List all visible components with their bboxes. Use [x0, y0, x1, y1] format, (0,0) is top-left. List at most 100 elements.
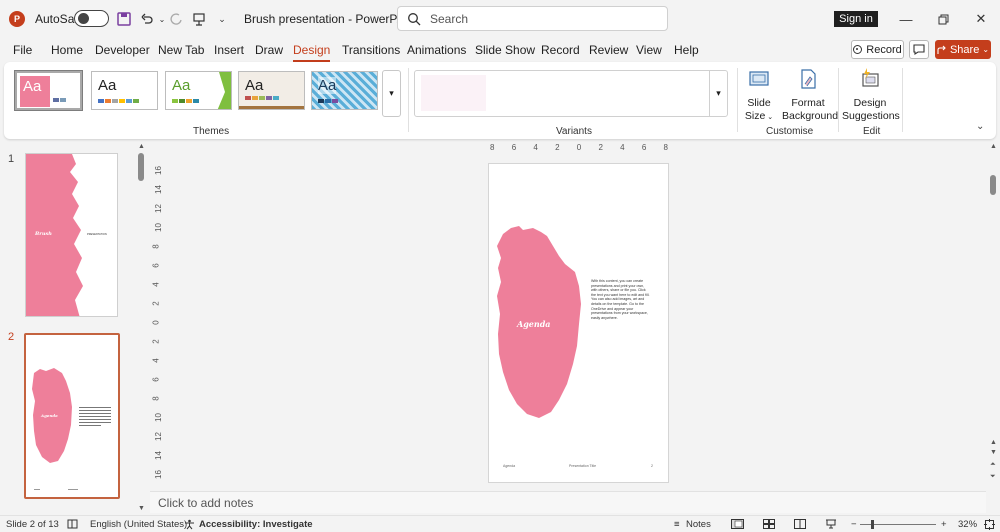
- notes-toggle[interactable]: Notes: [686, 519, 711, 530]
- current-slide[interactable]: Agenda With this content, you can create…: [488, 163, 669, 483]
- collapse-ribbon-icon[interactable]: ⌄: [976, 121, 984, 132]
- zoom-level[interactable]: 32%: [958, 519, 977, 530]
- color-bar: [186, 99, 192, 103]
- tab-transitions[interactable]: Transitions: [342, 43, 400, 57]
- tab-record[interactable]: Record: [541, 43, 580, 57]
- sign-in-button[interactable]: Sign in: [834, 11, 878, 27]
- format-background-button[interactable]: Format Background: [782, 67, 838, 123]
- theme-facet[interactable]: Aa: [165, 71, 232, 110]
- slide-show-icon[interactable]: [825, 519, 837, 532]
- ruler-tick: 12: [153, 204, 163, 213]
- reading-view-icon[interactable]: [794, 519, 806, 532]
- zoom-in-icon[interactable]: +: [941, 519, 947, 530]
- scroll-down-icon[interactable]: ▼: [990, 449, 997, 456]
- slide-thumbnail-2[interactable]: Agenda: [24, 333, 120, 499]
- scroll-up-icon[interactable]: ▲: [138, 143, 145, 150]
- tab-draw[interactable]: Draw: [255, 43, 283, 57]
- accessibility-status[interactable]: Accessibility: Investigate: [199, 519, 313, 530]
- tab-new-tab[interactable]: New Tab: [158, 43, 204, 57]
- scroll-up-icon[interactable]: ▲: [990, 143, 997, 150]
- share-button[interactable]: Share ⌄: [935, 40, 991, 59]
- share-icon: [937, 45, 946, 54]
- redo-icon[interactable]: [167, 10, 185, 28]
- ruler-tick: 14: [153, 451, 163, 460]
- spellcheck-icon[interactable]: [67, 519, 78, 532]
- customise-group-label: Customise: [766, 126, 814, 137]
- share-label: Share: [949, 43, 980, 56]
- slide-body-text[interactable]: With this content, you can create presen…: [591, 279, 651, 320]
- search-box[interactable]: [397, 6, 668, 31]
- accessibility-icon: [184, 519, 195, 532]
- format-background-label: Format: [791, 97, 825, 109]
- chevron-down-icon: ⌄: [765, 114, 774, 121]
- variants-more-button[interactable]: ▾: [709, 71, 727, 116]
- powerpoint-logo-icon: P: [9, 11, 25, 27]
- scroll-down-icon[interactable]: ▼: [138, 505, 145, 512]
- save-icon[interactable]: [115, 10, 133, 28]
- notes-placeholder: Click to add notes: [158, 496, 254, 510]
- tab-design[interactable]: Design: [293, 43, 331, 62]
- theme-ion[interactable]: Aa: [238, 71, 305, 110]
- close-icon[interactable]: ✕: [972, 10, 990, 28]
- slide-number: 1: [8, 153, 15, 165]
- slide-thumbnail-1[interactable]: Brush PRESENTATION: [25, 153, 118, 317]
- tab-file[interactable]: File: [13, 43, 32, 57]
- slide-title[interactable]: Agenda: [517, 319, 550, 329]
- theme-office[interactable]: Aa: [91, 71, 158, 110]
- design-suggestions-button[interactable]: Design Suggestions: [842, 67, 900, 123]
- tab-help[interactable]: Help: [674, 43, 699, 57]
- comments-button[interactable]: [909, 40, 929, 59]
- thumbnail-scrollbar[interactable]: [138, 153, 144, 181]
- ruler-tick: 6: [511, 143, 517, 152]
- ruler-tick: 4: [533, 143, 538, 152]
- autosave-toggle[interactable]: [74, 10, 109, 27]
- scroll-up-icon[interactable]: ▲: [990, 439, 997, 446]
- tab-slide-show[interactable]: Slide Show: [475, 43, 535, 57]
- chevron-down-icon: ▾: [716, 88, 721, 98]
- search-icon: [408, 13, 421, 26]
- tab-home[interactable]: Home: [51, 43, 83, 57]
- slide-counter: Slide 2 of 13: [6, 519, 59, 530]
- editor-scrollbar[interactable]: ▲ ▲ ▼ ⏶ ⏷: [988, 143, 1000, 515]
- zoom-slider-thumb[interactable]: [871, 520, 874, 529]
- ruler-tick: 4: [620, 143, 625, 152]
- ruler-tick: 8: [151, 396, 161, 401]
- tab-review[interactable]: Review: [589, 43, 628, 57]
- tab-developer[interactable]: Developer: [95, 43, 150, 57]
- color-bar: [126, 99, 132, 103]
- theme-preview-text: Aa: [23, 78, 42, 95]
- slide-number: 2: [8, 331, 15, 343]
- slide-size-button[interactable]: Slide Size ⌄: [741, 67, 777, 124]
- slide1-subtitle: PRESENTATION: [87, 233, 107, 236]
- fit-to-window-icon[interactable]: [984, 519, 995, 532]
- ruler-tick: 2: [151, 339, 161, 344]
- next-slide-icon[interactable]: ⏷: [990, 473, 996, 481]
- customize-toolbar-icon[interactable]: ⌄: [213, 10, 231, 28]
- slide2-body-lines: [79, 407, 111, 426]
- ruler-tick: 6: [151, 377, 161, 382]
- footer-line: [68, 489, 78, 490]
- minimize-icon[interactable]: —: [897, 10, 915, 28]
- previous-slide-icon[interactable]: ⏶: [990, 461, 996, 469]
- restore-icon[interactable]: [934, 10, 952, 28]
- normal-view-icon[interactable]: [731, 519, 744, 532]
- tab-view[interactable]: View: [636, 43, 662, 57]
- slide-sorter-icon[interactable]: [763, 519, 775, 532]
- tab-animations[interactable]: Animations: [407, 43, 466, 57]
- present-icon[interactable]: [190, 10, 208, 28]
- variants-group-label: Variants: [556, 126, 592, 137]
- design-suggestions-label-2: Suggestions: [842, 110, 900, 122]
- ruler-tick: 10: [153, 413, 163, 422]
- notes-pane[interactable]: Click to add notes: [150, 491, 986, 513]
- record-button[interactable]: Record: [851, 40, 904, 59]
- themes-more-button[interactable]: ▾: [382, 70, 401, 117]
- zoom-out-icon[interactable]: −: [851, 519, 857, 530]
- color-bar: [105, 99, 111, 103]
- scroll-thumb[interactable]: [990, 175, 996, 195]
- language-status[interactable]: English (United States): [90, 519, 187, 530]
- variant-thumbnail[interactable]: [421, 75, 486, 111]
- theme-pattern[interactable]: Aa: [311, 71, 378, 110]
- tab-insert[interactable]: Insert: [214, 43, 244, 57]
- theme-brush[interactable]: Aa: [14, 70, 83, 111]
- search-input[interactable]: [430, 11, 650, 27]
